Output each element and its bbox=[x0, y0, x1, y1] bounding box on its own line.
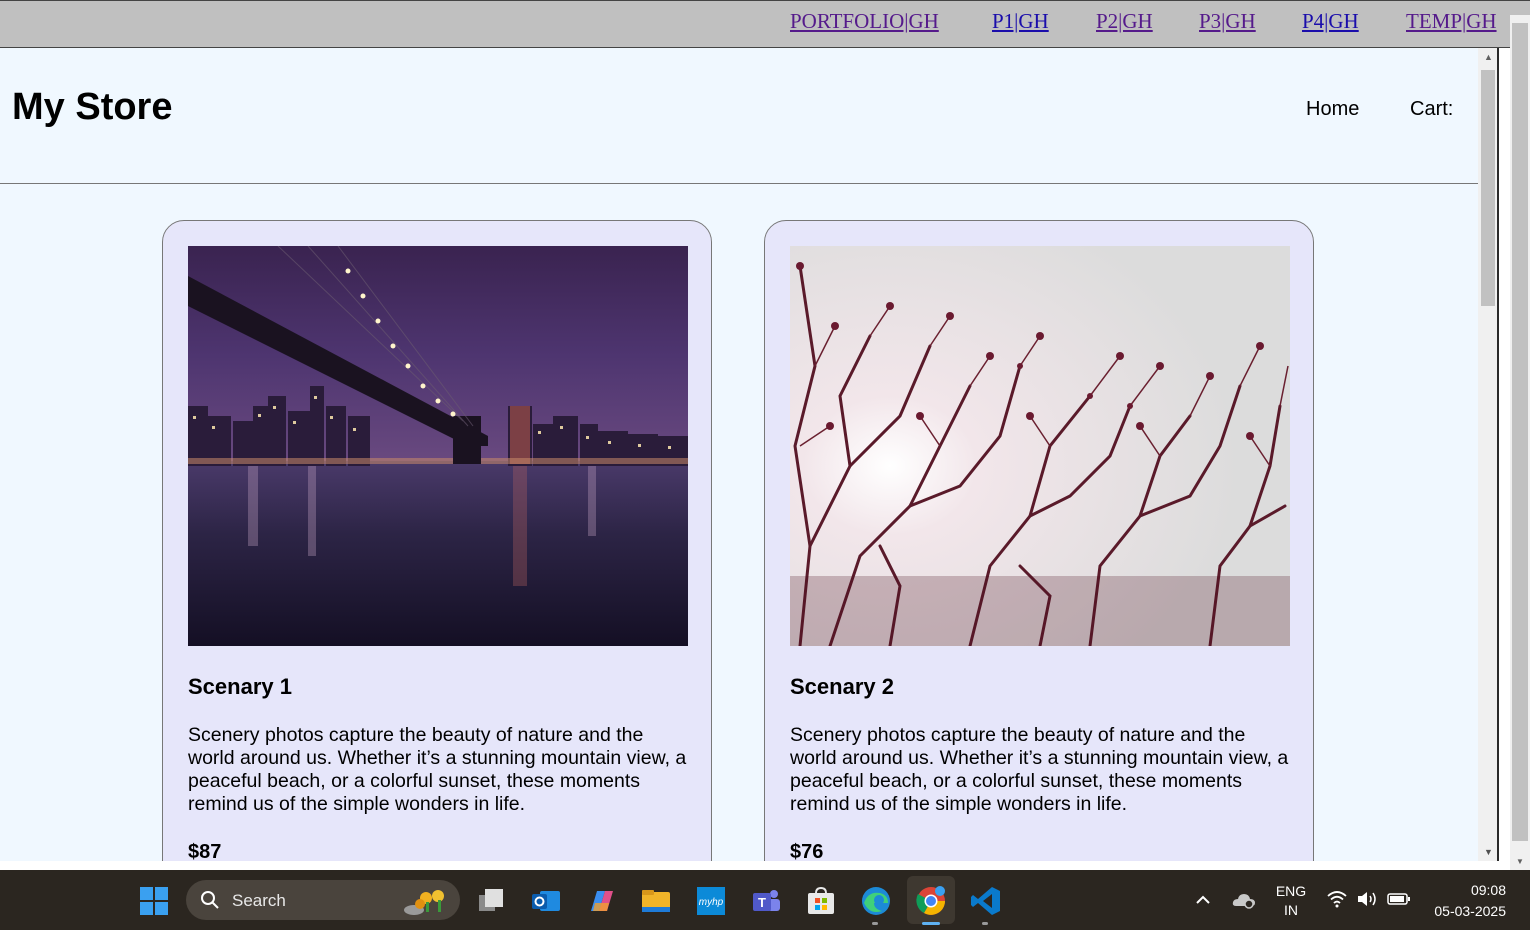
taskbar: Search myhp T ENG IN 09:08 05-03-2025 bbox=[0, 870, 1530, 930]
product-image-city-bridge bbox=[188, 246, 688, 646]
running-indicator bbox=[872, 922, 878, 925]
file-explorer-icon[interactable] bbox=[640, 885, 672, 917]
flower-highlight-icon bbox=[404, 890, 444, 915]
active-indicator bbox=[922, 922, 940, 925]
outlook-icon[interactable] bbox=[530, 885, 562, 917]
store-icon[interactable] bbox=[805, 885, 837, 917]
p2-link[interactable]: P2|GH bbox=[1096, 9, 1153, 34]
scroll-up-icon[interactable]: ▲ bbox=[1484, 52, 1493, 62]
clock-date: 05-03-2025 bbox=[1434, 903, 1506, 919]
nav-cart-link[interactable]: Cart: bbox=[1410, 98, 1453, 121]
teams-icon[interactable]: T bbox=[750, 885, 782, 917]
product-description: Scenery photos capture the beauty of nat… bbox=[188, 724, 687, 815]
header-divider bbox=[0, 183, 1478, 184]
battery-icon[interactable] bbox=[1387, 892, 1411, 906]
task-view-icon[interactable] bbox=[475, 885, 507, 917]
volume-icon[interactable] bbox=[1356, 890, 1378, 908]
product-card: Scenary 2 Scenery photos capture the bea… bbox=[764, 220, 1314, 861]
scroll-down-icon[interactable]: ▼ bbox=[1516, 857, 1524, 866]
onedrive-icon[interactable] bbox=[1232, 890, 1256, 910]
taskbar-search[interactable]: Search bbox=[186, 880, 460, 920]
portfolio-link[interactable]: PORTFOLIO|GH bbox=[790, 9, 939, 34]
p1-link[interactable]: P1|GH bbox=[992, 9, 1049, 34]
store-frame: My Store Home Cart: Scenary 1 Scenery ph… bbox=[0, 48, 1499, 861]
product-card: Scenary 1 Scenery photos capture the bea… bbox=[162, 220, 712, 861]
page-scrollbar-thumb[interactable] bbox=[1512, 23, 1528, 841]
copilot-icon[interactable] bbox=[585, 885, 617, 917]
running-indicator bbox=[982, 922, 988, 925]
frame-scrollbar-thumb[interactable] bbox=[1481, 70, 1495, 306]
product-description: Scenery photos capture the beauty of nat… bbox=[790, 724, 1289, 815]
product-price: $87 bbox=[188, 841, 222, 861]
region-code: IN bbox=[1284, 902, 1298, 918]
top-link-bar: PORTFOLIO|GH P1|GH P2|GH P3|GH P4|GH TEM… bbox=[0, 0, 1530, 48]
p3-link[interactable]: P3|GH bbox=[1199, 9, 1256, 34]
edge-icon[interactable] bbox=[860, 885, 892, 917]
product-image-tree-branches bbox=[790, 246, 1290, 646]
page-scrollbar[interactable]: ▼ bbox=[1510, 15, 1530, 870]
product-price: $76 bbox=[790, 841, 824, 861]
product-name: Scenary 2 bbox=[790, 674, 894, 699]
frame-scrollbar[interactable]: ▲ ▼ bbox=[1478, 48, 1497, 861]
search-label: Search bbox=[232, 891, 286, 910]
store-title: My Store bbox=[12, 86, 173, 128]
chevron-up-icon[interactable] bbox=[1195, 892, 1211, 908]
input-language[interactable]: ENG IN bbox=[1272, 882, 1310, 920]
clock-time: 09:08 bbox=[1470, 882, 1506, 898]
wifi-icon[interactable] bbox=[1327, 890, 1347, 908]
product-name: Scenary 1 bbox=[188, 674, 292, 699]
p4-link[interactable]: P4|GH bbox=[1302, 9, 1359, 34]
chrome-icon[interactable] bbox=[915, 885, 947, 917]
vscode-icon[interactable] bbox=[970, 885, 1002, 917]
svg-text:myhp: myhp bbox=[699, 897, 724, 908]
scroll-down-icon[interactable]: ▼ bbox=[1484, 847, 1493, 857]
temp-link[interactable]: TEMP|GH bbox=[1406, 9, 1497, 34]
svg-text:T: T bbox=[758, 895, 766, 910]
myhp-icon[interactable]: myhp bbox=[695, 885, 727, 917]
clock[interactable]: 09:08 05-03-2025 bbox=[1422, 880, 1512, 922]
nav-home-link[interactable]: Home bbox=[1306, 98, 1359, 121]
language-code: ENG bbox=[1275, 883, 1307, 899]
start-icon[interactable] bbox=[138, 885, 170, 917]
search-icon bbox=[201, 891, 219, 909]
